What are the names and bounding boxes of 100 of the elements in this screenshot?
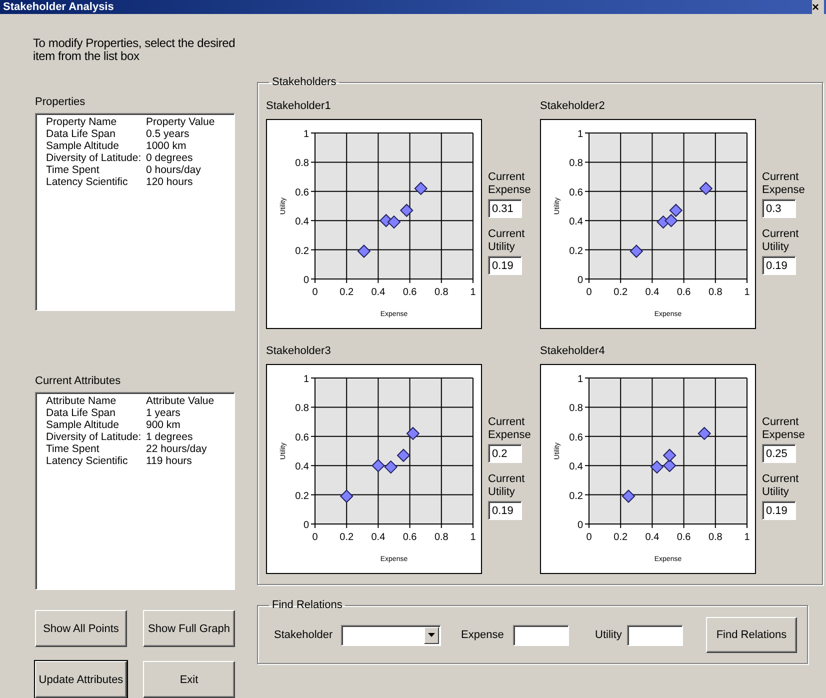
tick-label: 0.6 [569, 187, 583, 198]
tick-label: 0.4 [569, 216, 583, 228]
list-cell[interactable]: 120 hours [146, 176, 234, 188]
list-label: Properties [35, 96, 86, 108]
field-label: Current Expense [488, 171, 528, 197]
tick-label: 0.6 [676, 287, 691, 298]
field-label: Current Expense [762, 171, 802, 197]
tick-label: 0.8 [708, 532, 722, 543]
tick-label: 0 [577, 520, 583, 531]
data-point [664, 214, 678, 228]
window-title: Stakeholder Analysis [3, 1, 114, 13]
tick-label: 0 [586, 532, 592, 543]
list-cell[interactable]: 0 degrees [146, 152, 234, 164]
list-cell[interactable]: 0 hours/day [146, 164, 234, 176]
data-point [662, 458, 676, 472]
chart-title: Stakeholder4 [540, 345, 606, 357]
list-cell[interactable]: 1 years [146, 407, 234, 419]
utility-input[interactable] [627, 624, 683, 646]
find-relations-button[interactable]: Find Relations [706, 617, 797, 653]
action-button[interactable]: Show Full Graph [143, 610, 235, 647]
field-label: Stakeholder [274, 629, 334, 641]
group-title: Stakeholders [271, 76, 338, 88]
tick-label: 0.2 [569, 246, 583, 257]
tick-label: 0.2 [295, 490, 309, 502]
field-label: Current Utility [762, 473, 800, 499]
tick-label: 0 [312, 287, 318, 298]
list-cell[interactable]: 119 hours [146, 455, 234, 467]
field-label: Current Utility [762, 228, 800, 254]
tick-label: 0 [586, 287, 592, 298]
list-cell[interactable]: Diversity of Latitude: [46, 152, 146, 164]
tick-label: 0 [303, 520, 309, 531]
tick-label: 0 [312, 532, 318, 543]
tick-label: 0.2 [340, 532, 354, 543]
list-cell[interactable]: Sample Altitude [46, 140, 146, 152]
action-button[interactable]: Show All Points [35, 610, 127, 647]
tick-label: 1 [577, 374, 583, 385]
data-point [699, 182, 713, 196]
tick-label: 0.6 [676, 532, 691, 543]
list-cell[interactable]: Latency Scientific [46, 455, 146, 467]
data-point [384, 460, 398, 474]
expense-input[interactable] [513, 624, 569, 646]
data-point [650, 460, 664, 474]
field-label: Expense [461, 629, 505, 641]
utility-field[interactable]: 0.19 [762, 501, 796, 520]
action-button[interactable]: Update Attributes [35, 661, 127, 698]
tick-label: 0.4 [371, 532, 386, 543]
tick-label: 0.2 [614, 287, 628, 298]
tick-label: 1 [470, 532, 476, 543]
list-cell[interactable]: Sample Altitude [46, 419, 146, 431]
list-cell[interactable]: 900 km [146, 419, 234, 431]
tick-label: 1 [303, 129, 309, 140]
data-point [669, 204, 683, 218]
list-cell[interactable]: Diversity of Latitude: [46, 431, 146, 443]
group-title: Find Relations [271, 599, 344, 611]
column-header: Property Name [46, 116, 118, 128]
list-cell[interactable]: Data Life Span [46, 128, 146, 140]
list-box[interactable]: Property Name Property Value Data Life Span 0.5 years Sample Altitude 1000 km Diversity of Latitude: 0 degrees Time Spent 0 hours/day Latency Scientific 120 hours [35, 113, 235, 311]
expense-field[interactable]: 0.2 [488, 444, 522, 463]
list-cell[interactable]: 22 hours/day [146, 443, 234, 455]
tick-label: 0.2 [340, 287, 354, 298]
list-cell[interactable]: Data Life Span [46, 407, 146, 419]
utility-field[interactable]: 0.19 [762, 256, 796, 275]
list-cell[interactable]: 1 degrees [146, 431, 234, 443]
field-label: Current Utility [488, 228, 526, 254]
chart-title: Stakeholder3 [266, 345, 332, 357]
tick-label: 0.4 [645, 287, 660, 298]
list-cell[interactable]: 0.5 years [146, 128, 234, 140]
dropdown-arrow-icon [428, 633, 435, 637]
tick-label: 0.8 [295, 403, 309, 414]
stakeholder-dropdown[interactable] [341, 624, 441, 646]
field-label: Current Expense [762, 416, 802, 442]
instruction-text: To modify Properties, select the desired item from the list box [33, 37, 236, 63]
field-label: Current Expense [488, 416, 528, 442]
expense-field[interactable]: 0.25 [762, 444, 796, 463]
tick-label: 0 [303, 275, 309, 286]
data-point [662, 448, 676, 462]
data-point [357, 244, 371, 258]
data-point [396, 448, 410, 462]
utility-field[interactable]: 0.19 [488, 501, 522, 520]
tick-label: 0.2 [614, 532, 628, 543]
expense-field[interactable]: 0.31 [488, 199, 522, 218]
data-point [414, 182, 428, 196]
list-cell[interactable]: 1000 km [146, 140, 234, 152]
list-box[interactable]: Attribute Name Attribute Value Data Life Span 1 years Sample Altitude 900 km Diversity of Latitude: 1 degrees Time Spent 22 hours/day Latency Scientific 119 hours [35, 392, 235, 590]
utility-field[interactable]: 0.19 [488, 256, 522, 275]
tick-label: 0.8 [434, 287, 448, 298]
action-button[interactable]: Exit [143, 661, 235, 698]
tick-label: 0.4 [295, 216, 309, 228]
tick-label: 0.8 [708, 287, 722, 298]
close-button[interactable]: × [812, 0, 824, 14]
expense-field[interactable]: 0.3 [762, 199, 796, 218]
list-label: Current Attributes [35, 375, 122, 387]
list-cell[interactable]: Latency Scientific [46, 176, 146, 188]
column-header: Property Value [146, 116, 216, 128]
tick-label: 1 [303, 374, 309, 385]
tick-label: 0.6 [295, 432, 309, 444]
list-cell[interactable]: Time Spent [46, 443, 146, 455]
tick-label: 0.2 [295, 246, 309, 257]
tick-label: 1 [470, 287, 476, 298]
list-cell[interactable]: Time Spent [46, 164, 146, 176]
